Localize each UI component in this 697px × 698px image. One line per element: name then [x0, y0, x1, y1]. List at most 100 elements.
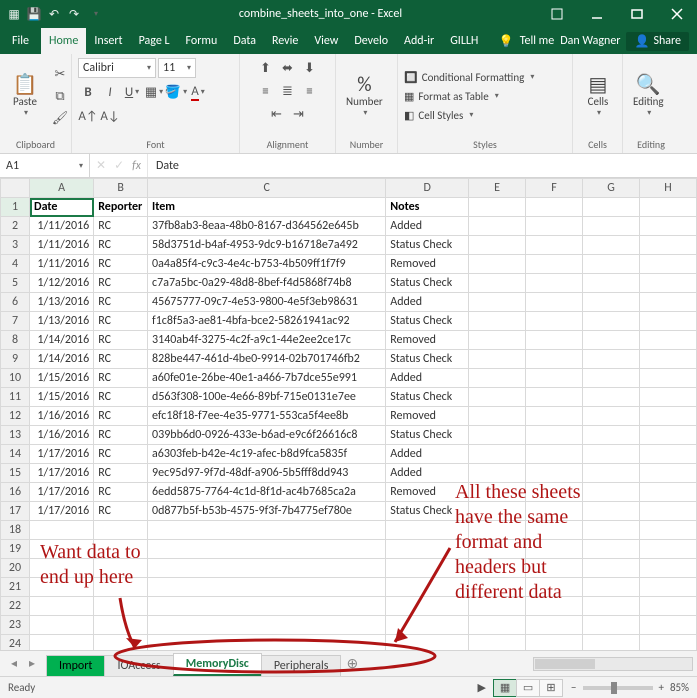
cell[interactable]	[386, 616, 469, 635]
cell[interactable]	[526, 274, 583, 293]
cell[interactable]	[526, 293, 583, 312]
cell[interactable]	[94, 578, 148, 597]
cell[interactable]	[583, 559, 640, 578]
cell[interactable]	[639, 483, 696, 502]
name-box[interactable]: A1▾	[0, 154, 90, 177]
decrease-font-icon[interactable]: A↓	[100, 106, 120, 126]
cell[interactable]	[526, 331, 583, 350]
cell[interactable]: Reporter	[94, 198, 148, 217]
cell[interactable]: Added	[386, 217, 469, 236]
conditional-formatting-button[interactable]: 🔲Conditional Formatting ▾	[404, 71, 534, 84]
row-header[interactable]: 7	[1, 312, 30, 331]
cell[interactable]: Removed	[386, 255, 469, 274]
zoom-slider[interactable]	[583, 686, 653, 690]
cell[interactable]	[583, 255, 640, 274]
cell[interactable]	[148, 597, 386, 616]
tab-gillh[interactable]: GILLH	[442, 28, 486, 54]
cell[interactable]	[583, 236, 640, 255]
cell[interactable]	[639, 540, 696, 559]
tab-review[interactable]: Revie	[264, 28, 306, 54]
cell[interactable]: 6edd5875-7764-4c1d-8f1d-ac4b7685ca2a	[148, 483, 386, 502]
cell[interactable]: Notes	[386, 198, 469, 217]
cell[interactable]: 1/14/2016	[30, 331, 94, 350]
row-header[interactable]: 19	[1, 540, 30, 559]
cell[interactable]	[469, 445, 526, 464]
row-header[interactable]: 14	[1, 445, 30, 464]
cell[interactable]	[583, 483, 640, 502]
cell[interactable]	[583, 597, 640, 616]
zoom-in-button[interactable]: +	[659, 681, 664, 694]
cell[interactable]: RC	[94, 426, 148, 445]
view-normal-button[interactable]: ▦	[493, 679, 517, 697]
view-page-break-button[interactable]: ⊞	[539, 679, 563, 697]
italic-button[interactable]: I	[100, 82, 120, 102]
cell[interactable]	[386, 521, 469, 540]
cell[interactable]: 0a4a85f4-c9c3-4e4c-b753-4b509ff1f7f9	[148, 255, 386, 274]
cell[interactable]: Status Check	[386, 388, 469, 407]
cell[interactable]: 828be447-461d-4be0-9914-02b701746fb2	[148, 350, 386, 369]
cell[interactable]	[583, 331, 640, 350]
cell[interactable]	[583, 426, 640, 445]
h-scrollbar[interactable]	[533, 657, 693, 671]
cell[interactable]: Added	[386, 464, 469, 483]
cell[interactable]: 9ec95d97-9f7d-48df-a906-5b5fff8dd943	[148, 464, 386, 483]
cell[interactable]: efc18f18-f7ee-4e35-9771-553ca5f4ee8b	[148, 407, 386, 426]
row-header[interactable]: 15	[1, 464, 30, 483]
row-header[interactable]: 20	[1, 559, 30, 578]
cancel-fx-icon[interactable]: ✕	[96, 158, 106, 173]
cell[interactable]	[526, 255, 583, 274]
cell[interactable]	[469, 559, 526, 578]
share-button[interactable]: 👤 Share	[626, 32, 689, 51]
view-page-layout-button[interactable]: ▭	[516, 679, 540, 697]
cell[interactable]	[639, 236, 696, 255]
worksheet-grid[interactable]: A B C D E F G H 1 Date Reporter Item Not…	[0, 178, 697, 673]
paste-button[interactable]: 📋 Paste ▾	[6, 73, 44, 120]
cell[interactable]: a6303feb-b42e-4c19-afec-b8d9fca5835f	[148, 445, 386, 464]
increase-font-icon[interactable]: A↑	[78, 106, 98, 126]
enter-fx-icon[interactable]: ✓	[114, 158, 124, 173]
cell[interactable]	[469, 426, 526, 445]
cell[interactable]: Status Check	[386, 350, 469, 369]
cell[interactable]: RC	[94, 369, 148, 388]
cell[interactable]: RC	[94, 217, 148, 236]
cell[interactable]: 1/13/2016	[30, 312, 94, 331]
cell[interactable]: Status Check	[386, 236, 469, 255]
row-header[interactable]: 4	[1, 255, 30, 274]
tab-nav-prev-icon[interactable]: ◂	[6, 656, 22, 671]
cell[interactable]	[639, 597, 696, 616]
cell[interactable]	[94, 559, 148, 578]
cell[interactable]	[639, 369, 696, 388]
cell[interactable]	[469, 274, 526, 293]
cell[interactable]	[583, 502, 640, 521]
cell[interactable]	[639, 274, 696, 293]
cell[interactable]	[386, 578, 469, 597]
sheet-tab-ioaccess[interactable]: IOAccess	[104, 655, 173, 676]
cell[interactable]: RC	[94, 274, 148, 293]
cell[interactable]	[94, 540, 148, 559]
cell[interactable]: RC	[94, 331, 148, 350]
cell[interactable]	[583, 369, 640, 388]
cell[interactable]	[526, 350, 583, 369]
align-middle-icon[interactable]: ⬌	[278, 58, 298, 78]
align-left-icon[interactable]: ≡	[256, 81, 276, 101]
cell[interactable]: RC	[94, 255, 148, 274]
cell[interactable]: Added	[386, 369, 469, 388]
cell[interactable]	[639, 198, 696, 217]
number-format-button[interactable]: % Number ▾	[342, 73, 387, 120]
cell[interactable]: 1/11/2016	[30, 217, 94, 236]
cell[interactable]	[30, 578, 94, 597]
cell[interactable]: Removed	[386, 407, 469, 426]
cell[interactable]	[526, 578, 583, 597]
zoom-out-button[interactable]: −	[571, 681, 576, 694]
cell[interactable]	[469, 483, 526, 502]
col-header-E[interactable]: E	[469, 179, 526, 198]
cell[interactable]	[148, 521, 386, 540]
cell[interactable]	[469, 293, 526, 312]
cell[interactable]	[639, 331, 696, 350]
cell[interactable]	[469, 236, 526, 255]
cell[interactable]	[526, 559, 583, 578]
row-header[interactable]: 21	[1, 578, 30, 597]
row-header[interactable]: 22	[1, 597, 30, 616]
row-header[interactable]: 5	[1, 274, 30, 293]
cell[interactable]	[469, 369, 526, 388]
